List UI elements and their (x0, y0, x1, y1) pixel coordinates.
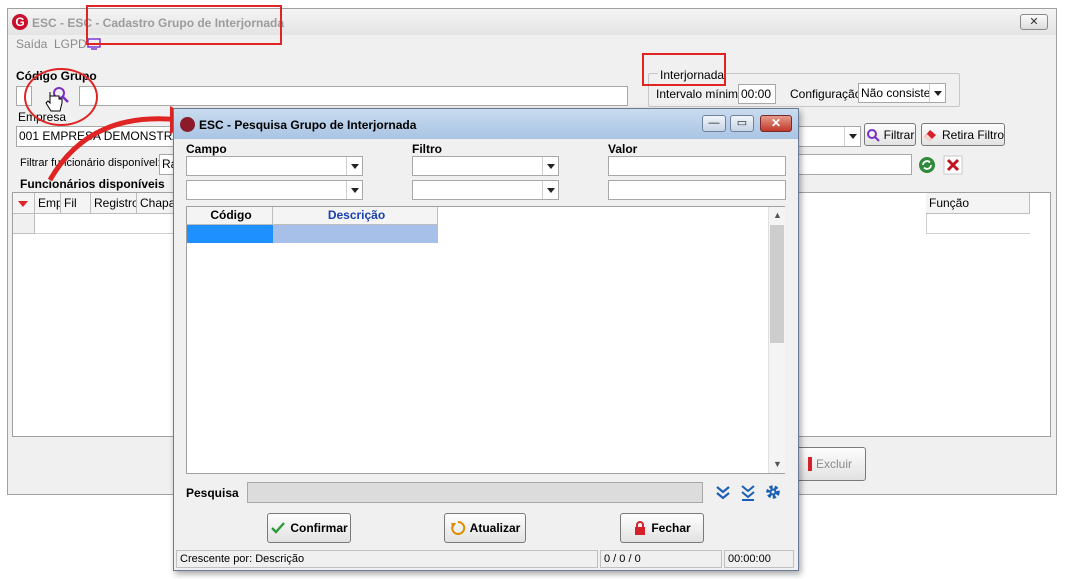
configuracao-label: Configuração (790, 87, 862, 101)
chevron-down-icon[interactable] (542, 157, 558, 175)
scroll-up-icon[interactable]: ▲ (773, 210, 782, 220)
filtro-label: Filtro (412, 142, 442, 156)
sort-down-icon (18, 201, 28, 207)
gear-icon[interactable] (764, 483, 782, 501)
minimize-button[interactable]: — (702, 115, 726, 132)
refresh-icon (450, 520, 465, 535)
eraser-icon (924, 129, 936, 141)
dialog-title: ESC - Pesquisa Grupo de Interjornada (199, 118, 417, 132)
atualizar-label: Atualizar (469, 521, 521, 535)
grid-header-codigo[interactable]: Código (187, 207, 273, 225)
pesquisa-input[interactable] (247, 482, 703, 503)
main-close-button[interactable]: ✕ (1020, 14, 1048, 30)
interjornada-highlight-box (642, 53, 726, 86)
campo-select-1[interactable] (186, 156, 363, 176)
fechar-button[interactable]: Fechar (620, 513, 704, 543)
refresh-icon[interactable] (917, 155, 937, 175)
row-indicator[interactable] (13, 214, 35, 234)
resultado-grid: Código Descrição ▲ ▼ (186, 206, 785, 474)
chevron-down-icon[interactable] (346, 181, 362, 199)
configuracao-value: Não consiste (861, 86, 931, 100)
chevron-down-icon[interactable] (844, 127, 860, 146)
valor-input-2[interactable] (608, 180, 786, 200)
intervalo-label: Intervalo mínimo (656, 87, 745, 101)
lock-icon (635, 521, 646, 535)
pesquisa-dialog: ESC - Pesquisa Grupo de Interjornada — ▭… (173, 108, 799, 571)
filtro-select-2[interactable] (412, 180, 559, 200)
chevron-to-bottom-icon[interactable] (739, 484, 757, 502)
campo-label: Campo (186, 142, 227, 156)
table-row[interactable] (35, 214, 179, 234)
vertical-scrollbar[interactable]: ▲ ▼ (768, 207, 785, 473)
dialog-titlebar: ESC - Pesquisa Grupo de Interjornada — ▭… (174, 109, 798, 139)
check-icon (271, 522, 286, 534)
menu-saida[interactable]: Saída (16, 37, 47, 51)
dialog-logo-icon (180, 117, 195, 132)
funcao-cell[interactable] (926, 214, 1030, 234)
intervalo-input[interactable]: 00:00 (738, 84, 776, 104)
filtro-select-1[interactable] (412, 156, 559, 176)
scroll-down-icon[interactable]: ▼ (773, 459, 782, 469)
double-chevron-down-icon[interactable] (714, 484, 732, 502)
menu-lgpd[interactable]: LGPD (54, 37, 87, 51)
filtrar-button[interactable]: Filtrar (864, 123, 916, 146)
filtrar-label: Filtrar (883, 127, 915, 142)
scrollbar-thumb[interactable] (770, 225, 784, 343)
selected-cell[interactable] (187, 225, 273, 243)
search-icon (866, 128, 880, 142)
excluir-icon (807, 457, 812, 471)
status-time: 00:00:00 (724, 550, 794, 568)
fechar-label: Fechar (651, 521, 691, 535)
excluir-button[interactable]: Excluir (794, 447, 866, 481)
delete-icon[interactable] (943, 155, 963, 175)
maximize-button[interactable]: ▭ (730, 115, 754, 132)
chevron-down-icon[interactable] (542, 181, 558, 199)
chevron-down-icon[interactable] (346, 157, 362, 175)
retira-filtro-label: Retira Filtro (942, 127, 1005, 142)
retira-filtro-button[interactable]: Retira Filtro (921, 123, 1005, 146)
title-highlight-box (86, 5, 282, 45)
excluir-label: Excluir (815, 457, 852, 471)
pesquisa-label: Pesquisa (186, 486, 239, 500)
status-sort: Crescente por: Descrição (176, 550, 598, 568)
table-row[interactable] (273, 225, 438, 243)
campo-select-2[interactable] (186, 180, 363, 200)
chevron-down-icon[interactable] (929, 84, 945, 102)
grid-header-funcao[interactable]: Função (926, 193, 1030, 214)
valor-label: Valor (608, 142, 638, 156)
valor-input-1[interactable] (608, 156, 786, 176)
status-count: 0 / 0 / 0 (600, 550, 722, 568)
configuracao-select[interactable]: Não consiste (858, 83, 946, 103)
confirmar-label: Confirmar (290, 521, 348, 535)
confirmar-button[interactable]: Confirmar (267, 513, 351, 543)
app-logo-icon: G (12, 14, 28, 30)
atualizar-button[interactable]: Atualizar (444, 513, 526, 543)
grid-header-descricao[interactable]: Descrição (273, 207, 438, 225)
dialog-close-button[interactable]: ✕ (760, 115, 792, 132)
